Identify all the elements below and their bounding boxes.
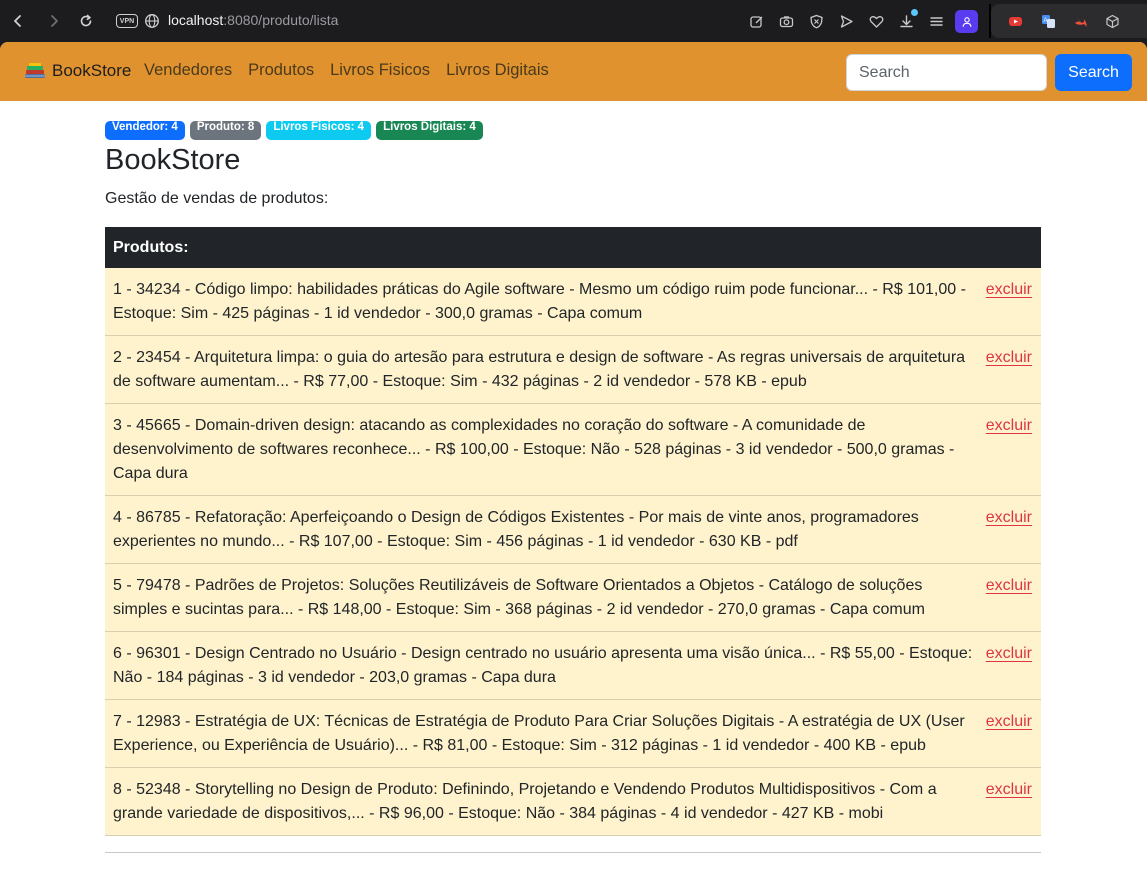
brand-name: BookStore [52,61,132,80]
chevron-right-icon [51,15,58,27]
product-description: 3 - 45665 - Domain-driven design: atacan… [113,417,955,482]
delete-link[interactable]: excluir [986,778,1032,802]
delete-link[interactable]: excluir [986,346,1032,370]
url-host: localhost [168,12,224,28]
back-button[interactable] [7,9,29,33]
heart-icon[interactable] [867,12,885,30]
download-indicator-dot [911,9,918,16]
badge-produto: Produto: 8 [189,121,262,140]
vpn-badge[interactable]: VPN [116,14,138,28]
product-description: 2 - 23454 - Arquitetura limpa: o guia do… [113,349,966,390]
globe-icon [145,14,159,28]
cube-extension-icon[interactable] [1103,12,1121,30]
forward-button[interactable] [43,9,65,33]
product-description: 7 - 12983 - Estratégia de UX: Técnicas d… [113,713,965,754]
search-input[interactable] [846,54,1047,91]
product-description: 6 - 96301 - Design Centrado no Usuário -… [113,645,973,686]
badge-vendedor: Vendedor: 4 [105,121,185,140]
send-icon[interactable] [837,12,855,30]
reload-icon [80,14,92,27]
chevron-left-icon [14,15,21,27]
url-path: :8080/produto/lista [223,12,339,28]
product-description: 1 - 34234 - Código limpo: habilidades pr… [113,281,966,322]
page-title: BookStore [105,144,241,176]
table-row: 3 - 45665 - Domain-driven design: atacan… [105,404,1041,496]
delete-link[interactable]: excluir [986,642,1032,666]
nav-link-produtos[interactable]: Produtos [248,61,314,80]
books-icon [25,63,45,78]
bottom-divider [105,852,1041,853]
menu-icon[interactable] [927,12,945,30]
shield-icon[interactable] [807,12,825,30]
edit-icon[interactable] [747,12,765,30]
table-row: 8 - 52348 - Storytelling no Design de Pr… [105,768,1041,836]
product-description: 4 - 86785 - Refatoração: Aperfeiçoando o… [113,509,919,550]
table-row: 6 - 96301 - Design Centrado no Usuário -… [105,632,1041,700]
swift-extension-icon[interactable] [1071,12,1089,30]
nav-link-livros-fisicos[interactable]: Livros Fisicos [330,61,430,80]
table-row: 7 - 12983 - Estratégia de UX: Técnicas d… [105,700,1041,768]
reload-button[interactable] [75,9,97,33]
badge-livros-digitais: Livros Digitais: 4 [376,121,483,140]
delete-link[interactable]: excluir [986,506,1032,530]
youtube-extension-icon[interactable] [1006,12,1024,30]
nav-link-livros-digitais[interactable]: Livros Digitais [446,61,549,80]
page-viewport: BookStore Vendedores Produtos Livros Fis… [0,42,1147,872]
delete-link[interactable]: excluir [986,414,1032,438]
navbar: BookStore Vendedores Produtos Livros Fis… [0,42,1147,101]
browser-toolbar: VPN localhost:8080/produto/lista A [0,0,1147,42]
table-row: 2 - 23454 - Arquitetura limpa: o guia do… [105,336,1041,404]
svg-text:A: A [1043,18,1047,24]
table-row: 4 - 86785 - Refatoração: Aperfeiçoando o… [105,496,1041,564]
profile-button[interactable] [955,10,978,33]
search-button[interactable]: Search [1055,54,1132,91]
url-text[interactable]: localhost:8080/produto/lista [168,12,338,28]
extensions-area: A [991,4,1147,38]
delete-link[interactable]: excluir [986,278,1032,302]
products-table: Produtos: 1 - 34234 - Código limpo: habi… [105,227,1041,836]
count-badges: Vendedor: 4 Produto: 8 Livros Fisicos: 4… [105,121,488,140]
nav-links: Vendedores Produtos Livros Fisicos Livro… [144,61,565,80]
table-row: 1 - 34234 - Código limpo: habilidades pr… [105,268,1041,336]
badge-livros-fisicos: Livros Fisicos: 4 [266,121,372,140]
camera-icon[interactable] [777,12,795,30]
product-description: 8 - 52348 - Storytelling no Design de Pr… [113,781,937,822]
translate-extension-icon[interactable]: A [1039,12,1057,30]
delete-link[interactable]: excluir [986,574,1032,598]
table-header: Produtos: [105,227,1041,268]
table-row: 5 - 79478 - Padrões de Projetos: Soluçõe… [105,564,1041,632]
product-description: 5 - 79478 - Padrões de Projetos: Soluçõe… [113,577,925,618]
delete-link[interactable]: excluir [986,710,1032,734]
nav-link-vendedores[interactable]: Vendedores [144,61,232,80]
page-subtitle: Gestão de vendas de produtos: [105,190,329,207]
person-icon [962,16,971,27]
navbar-brand[interactable]: BookStore [24,60,131,82]
